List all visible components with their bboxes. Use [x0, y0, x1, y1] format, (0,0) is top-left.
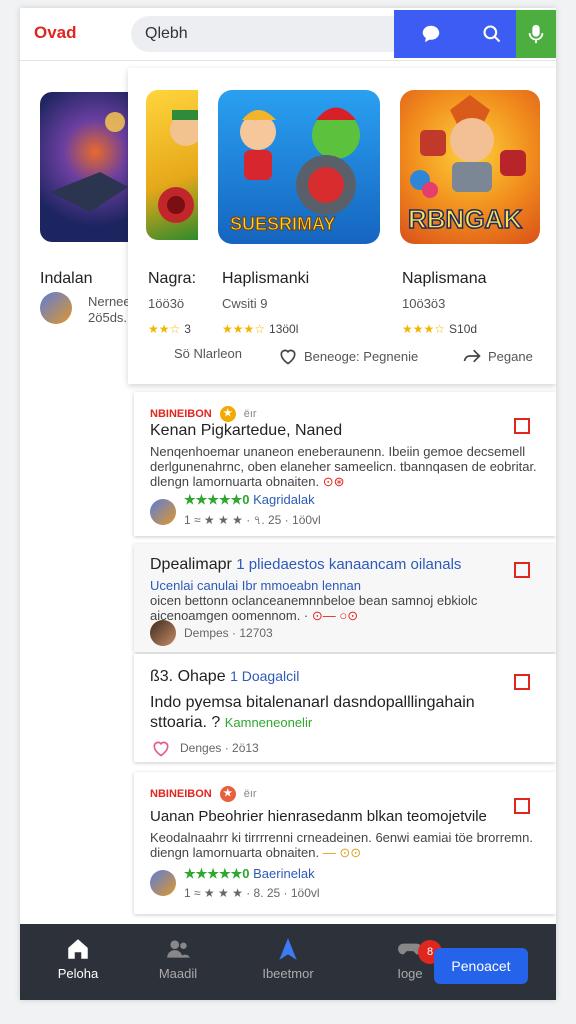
nav-home[interactable]: Peloha — [38, 936, 118, 981]
feed-post[interactable]: NBINEIBON ★ ёır Kenan Pigkartedue, Naned… — [134, 392, 556, 536]
bookmark-icon[interactable] — [514, 674, 530, 690]
mic-button[interactable] — [516, 10, 556, 58]
search-placeholder: Qlebh — [145, 25, 188, 42]
app-meta: 10ö3ö3 — [402, 296, 446, 311]
mic-icon — [528, 24, 544, 44]
post-body: Keodalnaahrr ki tirrrrenni crneadeinen. … — [150, 830, 533, 860]
app-name: Naplismana — [402, 270, 487, 287]
post-body: Indo pyemsa bitalenanarl dasndopalllinga… — [150, 694, 475, 711]
coin-icon: ★ — [219, 786, 236, 802]
nav-friends[interactable]: Maadil — [138, 936, 218, 981]
post-meta: ★★★★★0 Baerinelak 1 ≈ ★ ★ ★ · 8. 25 · 1ö… — [150, 866, 320, 900]
feed-post[interactable]: ß3. Ohape 1 Doagalcil Indo pyemsa bitale… — [134, 654, 556, 762]
app-developer: Nernee — [88, 294, 131, 309]
heart-icon — [280, 349, 296, 365]
app-icon: SUESRIMAY — [218, 90, 380, 244]
top-bar: Ovad Qlebh — [20, 8, 556, 61]
cta-button[interactable]: Penoacet — [434, 948, 528, 984]
svg-text:SUESRIMAY: SUESRIMAY — [230, 214, 335, 234]
post-tag: NBINEIBON ★ ёır — [150, 786, 257, 802]
post-stats: 1 ≈ ★ ★ ★ · 8. 25 · 1ö0vl — [184, 886, 320, 900]
chat-icon — [422, 25, 440, 43]
developer-avatar — [40, 292, 72, 324]
post-body: Ucenlai canulai Ibr mmoeabn lennan oicen… — [150, 578, 478, 623]
post-body-2: sttoaria. ? Kamneneonelir — [150, 714, 313, 731]
post-stats: Denges · 2ö13 — [180, 741, 259, 755]
svg-text:RBNGAK: RBNGAK — [408, 204, 522, 234]
search-input[interactable]: Qlebh — [131, 16, 395, 52]
author-avatar — [150, 499, 176, 525]
bottom-nav: Peloha Maadil Ibeetmor Ioge 8 Penoacet — [20, 924, 556, 1000]
app-rating: ★★★☆ S10d — [402, 322, 478, 336]
post-title: Kenan Pigkartedue, Naned — [150, 422, 343, 439]
bookmark-icon[interactable] — [514, 798, 530, 814]
chat-button[interactable] — [394, 10, 468, 58]
bookmark-icon[interactable] — [514, 418, 530, 434]
app-tile[interactable]: RBNGAK Naplismana 10ö3ö3 ★★★☆ S10d — [400, 90, 550, 336]
app-meta: Cwsiti 9 — [222, 296, 268, 311]
app-frame: Ovad Qlebh Indalan Nernee 2ö5ds. 1 Nagra… — [20, 8, 556, 1000]
author-avatar — [150, 870, 176, 896]
heart-icon[interactable] — [150, 738, 172, 758]
app-tile[interactable]: Nagra: 1öö3ö ★★☆ 3 — [146, 90, 206, 336]
feed-post[interactable]: NBINEIBON ★ ёır Uanan Pbeohrier hienrase… — [134, 772, 556, 914]
bookmark-icon[interactable] — [514, 562, 530, 578]
post-meta: ★★★★★0 Kagridalak 1 ≈ ★ ★ ★ · ৭. 25 · 1ö… — [150, 492, 321, 532]
apps-actions: Sö Nlarleon Beneoge: Pegnenie Pegane — [128, 338, 556, 374]
post-meta: Denges · 2ö13 — [150, 738, 259, 758]
post-tag: NBINEIBON ★ ёır — [150, 406, 257, 422]
favorite-action[interactable]: Beneoge: Pegnenie — [278, 346, 418, 366]
post-title: Uanan Pbeohrier hienrasedanm blkan teomo… — [150, 808, 487, 825]
post-rating: ★★★★★0 — [184, 866, 250, 881]
post-body: Nenqenhoemar unaneon eneberaunenn. Ibeii… — [150, 444, 537, 489]
featured-apps: Indalan Nernee 2ö5ds. 1 Nagra: 1öö3ö ★★☆… — [20, 68, 556, 388]
author-avatar — [150, 620, 176, 646]
post-meta: Dempes · 12703 — [150, 620, 273, 646]
post-stats: 1 ≈ ★ ★ ★ · ৭. 25 · 1ö0vl — [184, 513, 321, 527]
app-tile[interactable]: SUESRIMAY Haplismanki Cwsiti 9 ★★★☆ 13ö0l — [218, 90, 388, 336]
app-tile[interactable]: Indalan Nernee 2ö5ds. 1 — [20, 68, 138, 328]
app-icon — [40, 92, 132, 242]
nav-explore[interactable]: Ibeetmor — [248, 936, 328, 981]
brand-logo[interactable]: Ovad — [34, 23, 77, 43]
author-link[interactable]: Baerinelak — [253, 866, 314, 881]
post-title: ß3. Ohape 1 Doagalcil — [150, 668, 300, 685]
nearby-action[interactable]: Sö Nlarleon — [174, 346, 242, 361]
app-icon: RBNGAK — [400, 90, 540, 244]
feed-post[interactable]: Dpealimapr 1 pliedaestos kanaancam oilan… — [134, 544, 556, 652]
app-meta: 1öö3ö — [148, 296, 185, 311]
app-name: Nagra: — [148, 270, 197, 287]
app-rating: ★★★☆ 13ö0l — [222, 322, 299, 336]
app-name: Indalan — [40, 270, 93, 287]
coin-icon: ★ — [219, 406, 236, 422]
share-action[interactable]: Pegane — [462, 346, 533, 366]
people-icon — [167, 940, 190, 958]
post-stats: Dempes · 12703 — [184, 626, 273, 640]
app-icon — [146, 90, 198, 240]
search-icon — [483, 25, 501, 43]
share-icon — [463, 349, 481, 363]
author-link[interactable]: Kagridalak — [253, 492, 314, 507]
post-rating: ★★★★★0 — [184, 492, 250, 507]
post-title: Dpealimapr 1 pliedaestos kanaancam oilan… — [150, 556, 462, 573]
app-rating: ★★☆ 3 — [148, 322, 191, 336]
app-name: Haplismanki — [222, 270, 310, 287]
search-button[interactable] — [468, 10, 516, 58]
home-icon — [68, 939, 88, 959]
navigation-icon — [279, 938, 297, 960]
apps-card: Nagra: 1öö3ö ★★☆ 3 SUESRIMAY Haplismanki … — [128, 68, 556, 384]
